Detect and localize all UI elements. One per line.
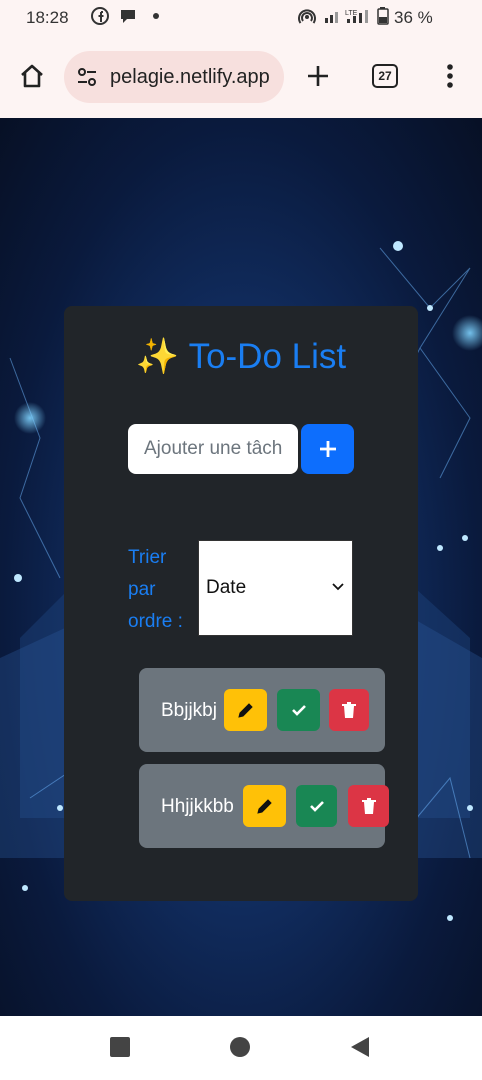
check-icon bbox=[291, 705, 306, 716]
check-icon bbox=[309, 801, 324, 812]
battery-icon bbox=[377, 6, 389, 26]
edit-button[interactable] bbox=[224, 689, 267, 731]
battery-percent: 36 % bbox=[394, 8, 433, 27]
chat-icon bbox=[118, 6, 138, 26]
delete-button[interactable] bbox=[329, 689, 369, 731]
site-settings-icon[interactable] bbox=[76, 66, 98, 93]
browser-toolbar: pelagie.netlify.app 27 bbox=[0, 36, 482, 118]
system-nav-bar bbox=[0, 1016, 482, 1080]
page-viewport: ✨ To-Do List Trier par ordre : Date Bbjj… bbox=[0, 118, 482, 1016]
sort-selected-value: Date bbox=[206, 577, 247, 598]
url-bar[interactable]: pelagie.netlify.app bbox=[64, 51, 284, 103]
task-input[interactable] bbox=[128, 424, 298, 474]
pencil-icon bbox=[256, 799, 272, 814]
new-tab-plus-icon[interactable] bbox=[300, 58, 336, 94]
trash-icon bbox=[361, 798, 376, 814]
sort-select[interactable]: Date bbox=[198, 540, 353, 636]
complete-button[interactable] bbox=[277, 689, 320, 731]
chevron-down-icon bbox=[332, 583, 344, 591]
svg-text:LTE: LTE bbox=[345, 10, 358, 17]
pencil-icon bbox=[237, 703, 253, 718]
home-circle-icon[interactable] bbox=[229, 1036, 253, 1060]
complete-button[interactable] bbox=[296, 785, 337, 827]
recents-square-icon[interactable] bbox=[109, 1036, 133, 1060]
plus-icon bbox=[319, 441, 336, 457]
dot-icon bbox=[148, 6, 168, 26]
add-task-button[interactable] bbox=[301, 424, 354, 474]
task-item: Bbjjkbj bbox=[139, 668, 385, 752]
tab-count: 27 bbox=[372, 64, 398, 88]
status-bar: 18:28 LTE 36 % bbox=[0, 0, 482, 36]
home-icon[interactable] bbox=[14, 58, 50, 94]
signal-icon bbox=[323, 6, 343, 26]
url-text[interactable]: pelagie.netlify.app bbox=[110, 66, 280, 89]
tab-switcher-icon[interactable]: 27 bbox=[367, 58, 403, 94]
lte-signal-icon: LTE bbox=[345, 6, 371, 26]
hotspot-icon bbox=[297, 6, 317, 26]
todo-card: ✨ To-Do List Trier par ordre : Date Bbjj… bbox=[64, 306, 418, 901]
trash-icon bbox=[342, 702, 356, 718]
edit-button[interactable] bbox=[243, 785, 286, 827]
delete-button[interactable] bbox=[348, 785, 389, 827]
task-name: Bbjjkbj bbox=[161, 700, 217, 721]
facebook-icon bbox=[90, 6, 110, 26]
page-title: ✨ To-Do List bbox=[64, 336, 418, 377]
back-triangle-icon[interactable] bbox=[349, 1036, 373, 1060]
menu-dots-icon[interactable] bbox=[432, 58, 468, 94]
title-text: To-Do List bbox=[188, 337, 347, 376]
task-name: Hhjjkkbb bbox=[161, 796, 234, 817]
status-time: 18:28 bbox=[26, 8, 69, 27]
task-item: Hhjjkkbb bbox=[139, 764, 389, 848]
sort-label: Trier par ordre : bbox=[128, 547, 183, 632]
sparkles-icon: ✨ bbox=[135, 337, 180, 376]
